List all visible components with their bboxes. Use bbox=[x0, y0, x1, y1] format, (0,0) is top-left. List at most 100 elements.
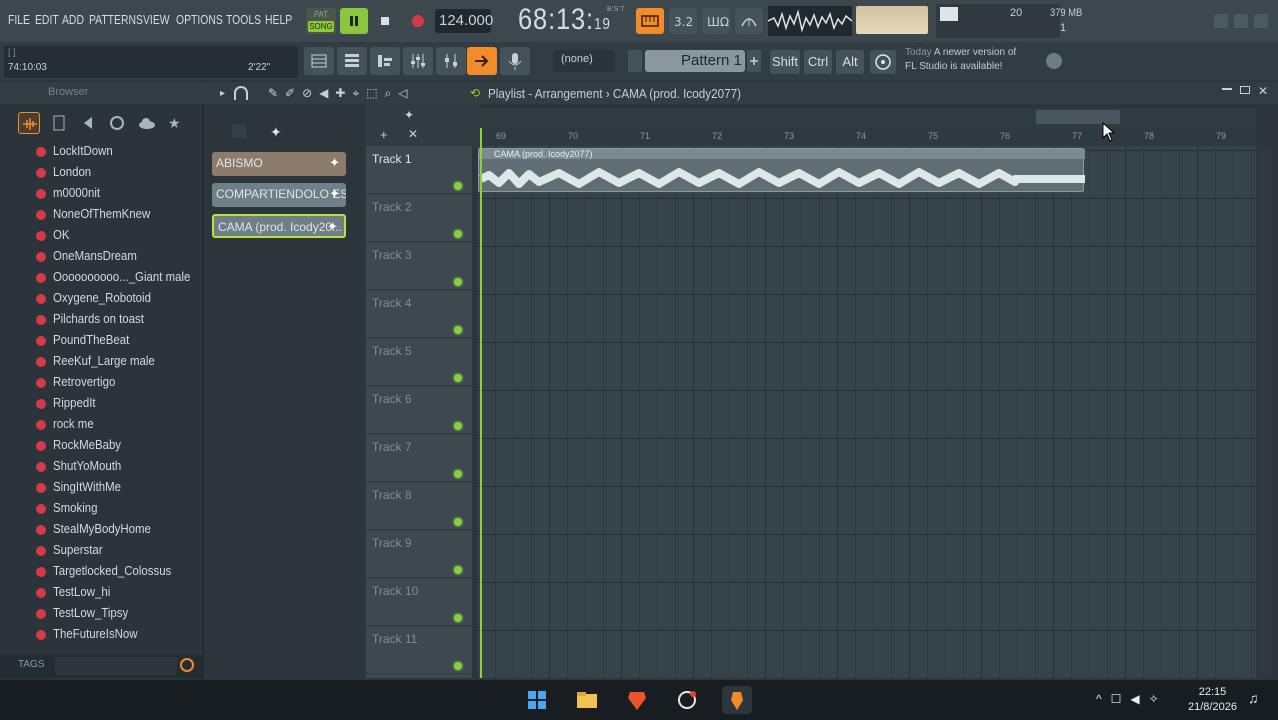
browser-item[interactable]: RockMeBaby bbox=[0, 435, 202, 456]
search-icon[interactable] bbox=[180, 658, 194, 672]
browser-item[interactable]: Oxygene_Robotoid bbox=[0, 288, 202, 309]
browser-item[interactable]: SingItWithMe bbox=[0, 477, 202, 498]
time-format-label[interactable]: B:S:T bbox=[607, 6, 625, 13]
start-button[interactable] bbox=[522, 686, 552, 714]
arrangement-grid[interactable] bbox=[478, 146, 1256, 678]
menu-patterns[interactable]: PATTERNS bbox=[89, 12, 143, 27]
track-mute-led[interactable] bbox=[454, 230, 462, 238]
track-header[interactable]: Track 2 bbox=[366, 194, 472, 242]
browser-tab-cloud[interactable] bbox=[136, 112, 158, 134]
magnet-icon[interactable] bbox=[234, 86, 248, 100]
master-volume[interactable] bbox=[856, 6, 928, 34]
timeline-ruler[interactable]: 69 70 71 72 73 74 75 76 77 78 79 bbox=[478, 128, 1256, 146]
playlist-window-button[interactable] bbox=[304, 47, 334, 75]
playlist-scroll-bar[interactable] bbox=[478, 108, 1256, 128]
browser-item[interactable]: RippedIt bbox=[0, 393, 202, 414]
track-header[interactable]: Track 10 bbox=[366, 578, 472, 626]
piano-roll-button[interactable] bbox=[370, 47, 400, 75]
browser-item[interactable]: rock me bbox=[0, 414, 202, 435]
clip-cama[interactable]: CAMA (prod. Icody20... ✦ bbox=[212, 214, 346, 238]
track-header[interactable]: Track 5 bbox=[366, 338, 472, 386]
browser-tab-instruments[interactable] bbox=[106, 112, 128, 134]
file-explorer-button[interactable] bbox=[572, 686, 602, 714]
browser-tab-files[interactable] bbox=[48, 112, 70, 134]
browser-item[interactable]: PoundTheBeat bbox=[0, 330, 202, 351]
pattern-selector[interactable]: Pattern 1 bbox=[645, 50, 745, 72]
mixer-button[interactable] bbox=[403, 47, 433, 75]
track-mute-led[interactable] bbox=[454, 326, 462, 334]
playhead[interactable] bbox=[480, 128, 482, 678]
menu-options[interactable]: OPTIONS bbox=[176, 12, 223, 27]
audio-clip-icon[interactable]: ✦ bbox=[270, 124, 282, 141]
track-mute-led[interactable] bbox=[454, 566, 462, 574]
remove-track-icon[interactable]: ✕ bbox=[408, 127, 418, 141]
playlist-close-icon[interactable]: ✕ bbox=[1258, 84, 1268, 98]
play-pause-button[interactable] bbox=[340, 8, 368, 34]
track-mute-led[interactable] bbox=[454, 614, 462, 622]
track-header[interactable]: Track 1 bbox=[366, 146, 472, 194]
online-news-button[interactable] bbox=[870, 50, 896, 74]
app-button[interactable] bbox=[672, 686, 702, 714]
track-mute-led[interactable] bbox=[454, 662, 462, 670]
browser-item[interactable]: m0000nit bbox=[0, 183, 202, 204]
track-mute-led[interactable] bbox=[454, 182, 462, 190]
browser-item[interactable]: Targetlocked_Colossus bbox=[0, 561, 202, 582]
browser-item[interactable]: Pilchards on toast bbox=[0, 309, 202, 330]
menu-tools[interactable]: TOOLS bbox=[226, 12, 261, 27]
browser-item[interactable]: TestLow_hi bbox=[0, 582, 202, 603]
browser-item[interactable]: OneMansDream bbox=[0, 246, 202, 267]
channel-mixer-button[interactable] bbox=[436, 47, 466, 75]
pattern-prev-button[interactable] bbox=[628, 50, 642, 72]
track-mute-led[interactable] bbox=[454, 374, 462, 382]
track-mute-led[interactable] bbox=[454, 470, 462, 478]
typing-keyboard-button[interactable] bbox=[636, 8, 664, 34]
fl-studio-taskbar-button[interactable] bbox=[722, 686, 752, 714]
audio-track-icon[interactable]: ✦ bbox=[404, 108, 414, 122]
browser-item[interactable]: StealMyBodyHome bbox=[0, 519, 202, 540]
tags-input[interactable] bbox=[55, 657, 177, 675]
browser-item[interactable]: Smoking bbox=[0, 498, 202, 519]
brave-browser-button[interactable] bbox=[622, 686, 652, 714]
channel-rack-button[interactable] bbox=[337, 47, 367, 75]
playlist-menu-arrow-icon[interactable]: ▸ bbox=[220, 88, 225, 99]
browser-item[interactable]: NoneOfThemKnew bbox=[0, 204, 202, 225]
browser-item[interactable]: London bbox=[0, 162, 202, 183]
update-notice[interactable]: Today A newer version of FL Studio is ava… bbox=[905, 46, 1016, 74]
clip-compartiendolo[interactable]: COMPARTIENDOLO ES... ✦ bbox=[212, 183, 346, 207]
close-icon[interactable] bbox=[1254, 14, 1268, 28]
stop-button[interactable] bbox=[371, 8, 399, 34]
alt-key-button[interactable]: Alt bbox=[836, 50, 864, 74]
notification-icon[interactable]: ♫ bbox=[1248, 690, 1259, 706]
browser-tab-plugins[interactable] bbox=[78, 112, 100, 134]
menu-edit[interactable]: EDIT bbox=[35, 12, 59, 27]
minimize-icon[interactable] bbox=[1214, 14, 1228, 28]
menu-view[interactable]: VIEW bbox=[143, 12, 170, 27]
ctrl-key-button[interactable]: Ctrl bbox=[804, 50, 832, 74]
song-time-display[interactable]: 68:13:19 bbox=[518, 3, 611, 37]
shift-key-button[interactable]: Shift bbox=[770, 50, 800, 74]
pattern-add-button[interactable] bbox=[747, 50, 761, 72]
playlist-tools[interactable]: ✎✐⊘◀✚⌖⬚⌕◁ bbox=[268, 86, 415, 101]
browser-item[interactable]: Oooooooooo..._Giant male bbox=[0, 267, 202, 288]
menu-add[interactable]: ADD bbox=[62, 12, 84, 27]
track-header[interactable]: Track 9 bbox=[366, 530, 472, 578]
add-track-icon[interactable]: + bbox=[380, 127, 388, 142]
browser-tab-all[interactable] bbox=[18, 112, 40, 134]
browser-item[interactable]: TestLow_Tipsy bbox=[0, 603, 202, 624]
browser-item[interactable]: ReeKuf_Large male bbox=[0, 351, 202, 372]
browser-item[interactable]: OK bbox=[0, 225, 202, 246]
track-header[interactable]: Track 7 bbox=[366, 434, 472, 482]
browser-item[interactable]: LockItDown bbox=[0, 141, 202, 162]
track-header[interactable]: Track 4 bbox=[366, 290, 472, 338]
browser-item[interactable]: TheFutureIsNow bbox=[0, 624, 202, 645]
track-header[interactable]: Track 11 bbox=[366, 626, 472, 674]
picker-tool-icon[interactable] bbox=[232, 124, 246, 138]
browser-item[interactable]: Superstar bbox=[0, 540, 202, 561]
wait-for-input-button[interactable]: ШΩ bbox=[702, 8, 730, 34]
track-header[interactable]: Track 3 bbox=[366, 242, 472, 290]
track-header[interactable]: Track 8 bbox=[366, 482, 472, 530]
metronome-button[interactable]: 3.2 bbox=[669, 8, 697, 34]
globe-icon[interactable] bbox=[1046, 53, 1062, 69]
taskbar-clock[interactable]: 22:15 21/8/2026 bbox=[1188, 685, 1237, 715]
pat-song-toggle[interactable]: PAT SONG bbox=[306, 8, 336, 34]
